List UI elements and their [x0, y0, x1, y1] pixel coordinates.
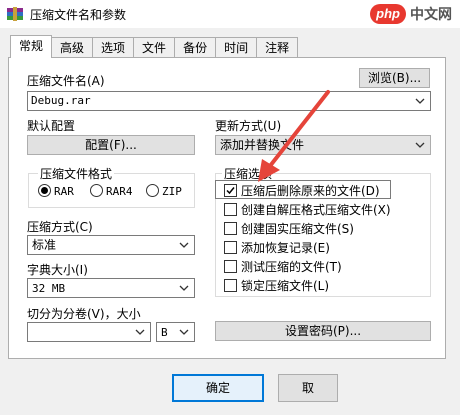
annotation-arrow-icon: [258, 90, 330, 182]
cancel-button[interactable]: 取: [278, 374, 338, 402]
tab-general[interactable]: 常规: [10, 35, 53, 58]
ok-button[interactable]: 确定: [172, 374, 264, 402]
